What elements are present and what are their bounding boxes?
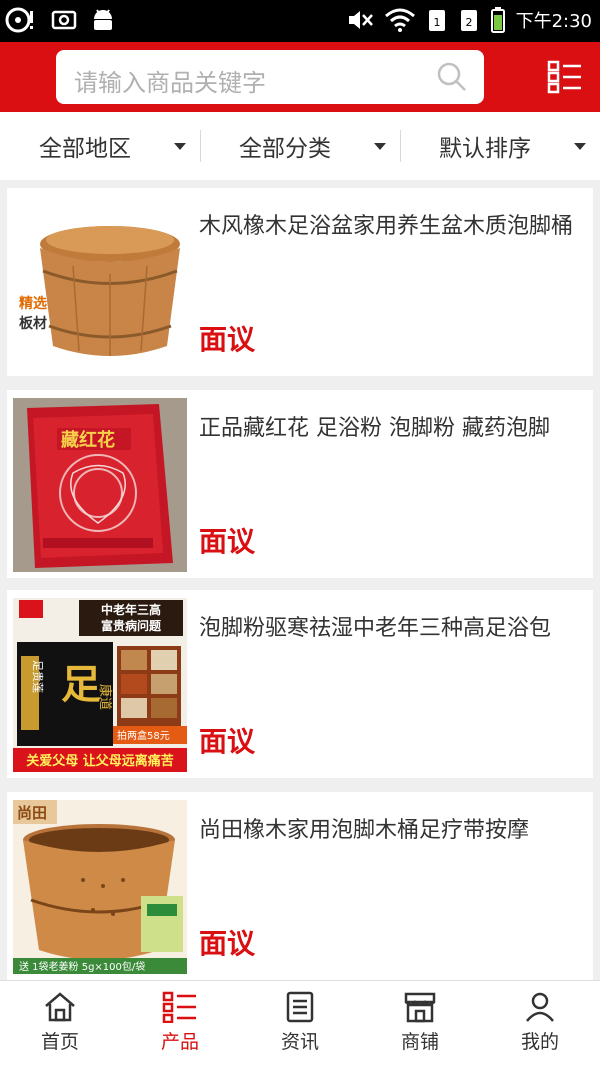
nav-mine[interactable]: 我的	[480, 981, 600, 1067]
product-image-saffron-powder: 藏红花	[13, 398, 187, 572]
caret-down-icon	[374, 143, 386, 150]
category-menu-icon[interactable]	[546, 58, 584, 96]
product-title: 尚田橡木家用泡脚木桶足疗带按摩	[199, 818, 530, 843]
thumb-text: 藏红花	[61, 429, 115, 451]
status-time: 下午2:30	[515, 11, 592, 32]
news-icon	[286, 991, 314, 1023]
product-title: 正品藏红花 足浴粉 泡脚粉 藏药泡脚	[199, 416, 550, 441]
mute-icon	[348, 11, 373, 29]
user-icon	[526, 992, 554, 1022]
product-card[interactable]: 精选 板材 木风橡木足浴盆家用养生盆木质泡脚桶 面议	[7, 188, 593, 376]
thumb-text: 精选	[19, 295, 47, 312]
svg-text:1: 1	[433, 16, 440, 29]
product-price: 面议	[199, 323, 256, 356]
thumb-text: 富贵病问题	[101, 618, 162, 633]
screenshot-icon	[51, 10, 77, 30]
product-price: 面议	[199, 927, 256, 960]
sim2-icon: 2	[460, 10, 477, 31]
product-card[interactable]: 尚田 送 1袋老姜粉 5g×100包/袋 尚田橡木家用泡脚木桶足疗带按摩 面议	[7, 792, 593, 980]
filter-label: 全部地区	[39, 136, 131, 162]
filter-region[interactable]: 全部地区	[0, 112, 200, 180]
product-image-oak-bucket: 尚田 送 1袋老姜粉 5g×100包/袋	[13, 800, 187, 974]
wifi-icon	[384, 8, 415, 32]
filter-label: 全部分类	[239, 136, 331, 162]
product-card[interactable]: 藏红花 正品藏红花 足浴粉 泡脚粉 藏药泡脚 面议	[7, 390, 593, 578]
bottom-nav: 首页 产品 资讯 商铺 我的	[0, 980, 600, 1067]
product-card[interactable]: 中老年三高 富贵病问题 足贵莲 足 康道 拍两盒58元 关爱父母 让父母远离痛苦	[7, 590, 593, 778]
caret-down-icon	[574, 143, 586, 150]
search-icon[interactable]	[436, 61, 468, 93]
product-title: 泡脚粉驱寒祛湿中老年三种高足浴包	[199, 616, 552, 641]
product-image-wood-basin: 精选 板材	[13, 196, 187, 370]
search-placeholder: 请输入商品关键字	[74, 69, 266, 97]
svg-text:足: 足	[61, 661, 101, 708]
nav-products[interactable]: 产品	[120, 981, 240, 1067]
nav-label: 商铺	[400, 1031, 439, 1053]
status-bar: 1 2 下午2:30	[0, 0, 600, 42]
thumb-text: 送 1袋老姜粉 5g×100包/袋	[19, 960, 145, 973]
sync-icon	[5, 7, 33, 33]
search-box[interactable]: 请输入商品关键字	[56, 50, 484, 104]
filter-sort[interactable]: 默认排序	[400, 112, 600, 180]
thumb-text: 中老年三高	[101, 602, 161, 617]
battery-icon	[490, 7, 505, 33]
thumb-text: 板材	[19, 315, 47, 332]
product-title: 木风橡木足浴盆家用养生盆木质泡脚桶	[199, 214, 574, 239]
shop-icon	[404, 992, 436, 1023]
nav-label: 首页	[40, 1031, 79, 1053]
nav-label: 产品	[160, 1031, 199, 1053]
svg-text:2: 2	[465, 16, 472, 29]
nav-shop[interactable]: 商铺	[360, 981, 480, 1067]
products-icon	[162, 991, 196, 1023]
nav-news[interactable]: 资讯	[240, 981, 360, 1067]
home-icon	[45, 992, 75, 1022]
thumb-text: 足贵莲	[31, 660, 44, 693]
nav-label: 资讯	[280, 1031, 319, 1053]
thumb-text: 康道	[97, 684, 113, 710]
filter-label: 默认排序	[439, 136, 531, 162]
thumb-text: 拍两盒58元	[117, 729, 170, 742]
product-price: 面议	[199, 725, 256, 758]
sim1-icon: 1	[428, 10, 445, 31]
thumb-text: 关爱父母 让父母远离痛苦	[26, 753, 174, 769]
nav-label: 我的	[520, 1031, 559, 1053]
caret-down-icon	[174, 143, 186, 150]
android-icon	[94, 9, 112, 30]
thumb-text: 尚田	[17, 804, 47, 822]
product-image-foot-soak-box: 中老年三高 富贵病问题 足贵莲 足 康道 拍两盒58元 关爱父母 让父母远离痛苦	[13, 598, 187, 772]
app-header: 请输入商品关键字	[0, 42, 600, 112]
filter-category[interactable]: 全部分类	[200, 112, 400, 180]
nav-home[interactable]: 首页	[0, 981, 120, 1067]
filter-bar: 全部地区 全部分类 默认排序	[0, 112, 600, 180]
product-price: 面议	[199, 525, 256, 558]
